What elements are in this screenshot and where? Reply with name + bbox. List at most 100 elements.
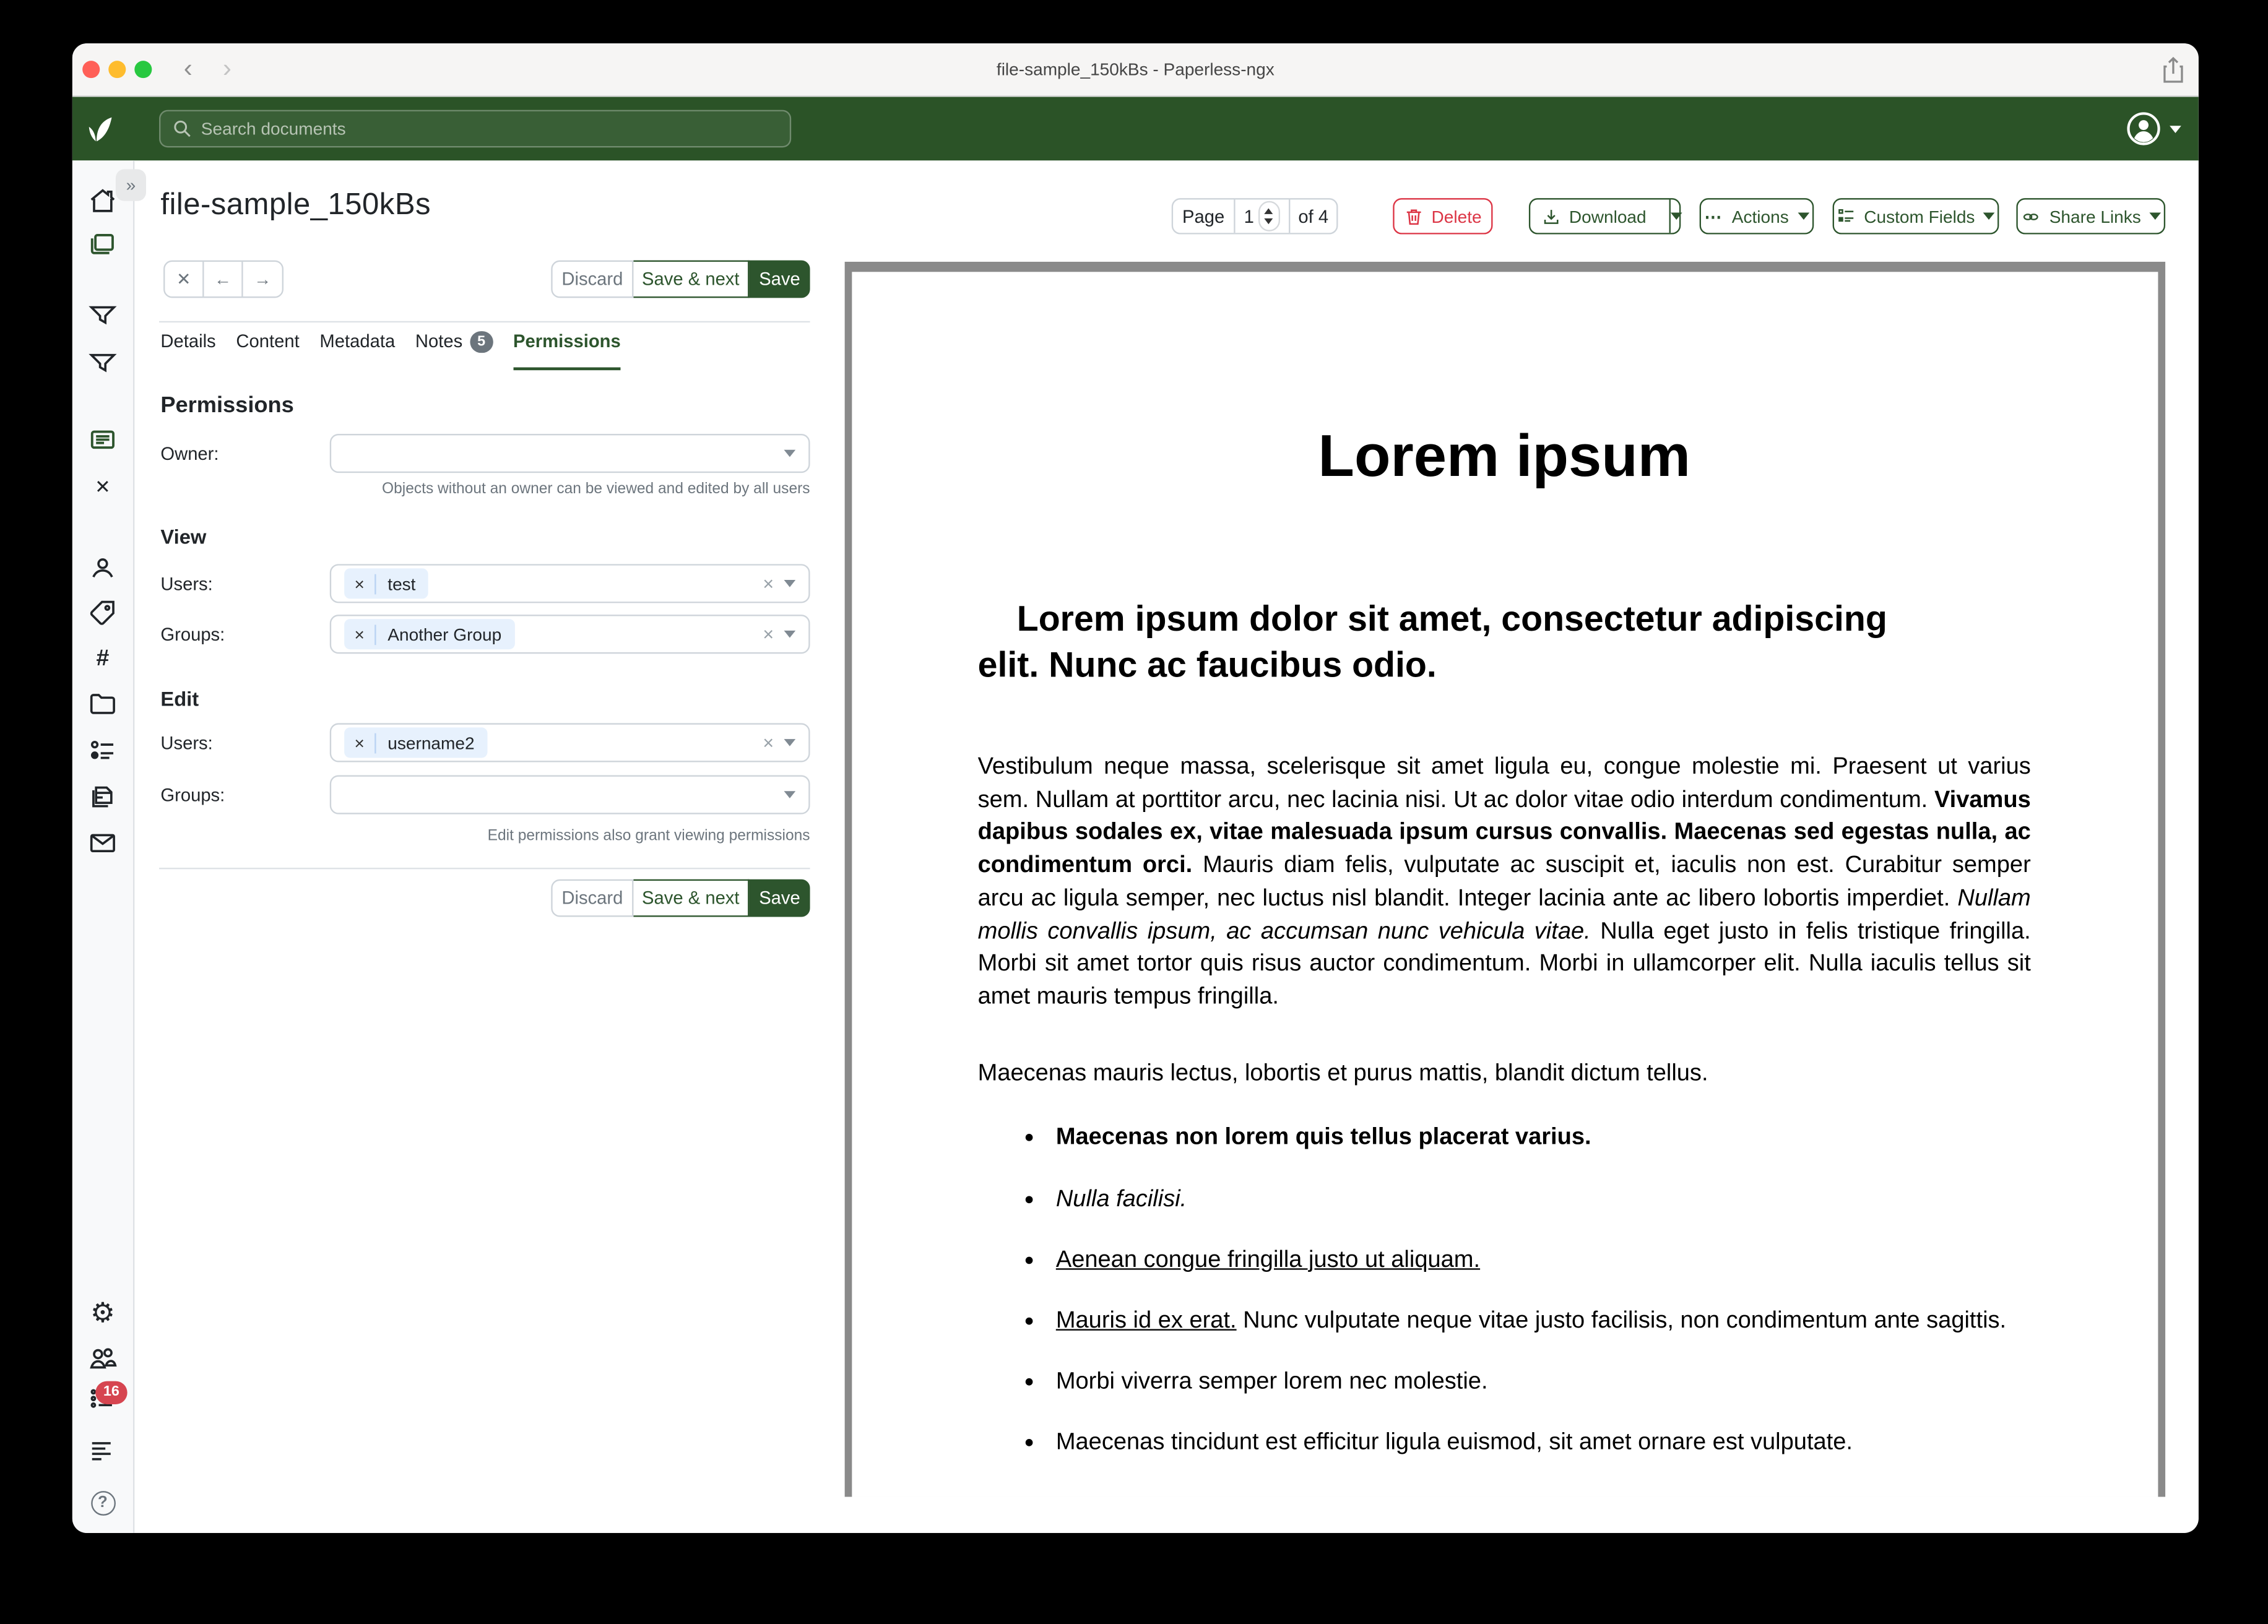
open-document-icon [87,424,118,456]
custom-fields-button[interactable]: Custom Fields [1833,198,1999,234]
detail-tabs: Details Content Metadata Notes5 Permissi… [160,331,620,370]
save-next-button[interactable]: Save & next [633,879,749,917]
owner-label: Owner: [160,444,219,464]
remove-chip-icon[interactable]: × [344,733,376,753]
envelope-icon [87,827,118,859]
sidebar-item-logs[interactable] [72,1433,133,1468]
custom-fields-icon [87,735,118,766]
folder-icon [87,688,118,720]
save-button[interactable]: Save [749,879,810,917]
actions-button[interactable]: ⋯ Actions [1700,198,1814,234]
tab-permissions[interactable]: Permissions [513,331,621,370]
tab-details[interactable]: Details [160,331,215,370]
user-menu[interactable] [2126,97,2181,161]
chevron-down-icon [1983,212,1995,220]
owner-help-text: Objects without an owner can be viewed a… [160,480,810,498]
download-options-button[interactable] [1669,199,1682,233]
documents-icon [87,228,118,260]
sidebar-item-open-document[interactable] [72,422,133,457]
edit-groups-label: Groups: [160,785,225,806]
titlebar: ‹ › file-sample_150kBs - Paperless-ngx [72,43,2199,97]
remove-chip-icon[interactable]: × [344,624,376,644]
chevron-down-icon [784,450,796,457]
page-number-input[interactable]: 1 [1236,199,1291,233]
sidebar-item-storage-paths[interactable] [72,687,133,722]
discard-button[interactable]: Discard [551,879,633,917]
sidebar-item-settings[interactable]: ⚙ [72,1296,133,1331]
clear-icon[interactable]: × [763,624,774,643]
gear-icon: ⚙ [90,1297,115,1330]
chevron-down-icon [784,580,796,587]
save-button-group-bottom: Discard Save & next Save [551,879,810,917]
sidebar-item-users-groups[interactable] [72,1342,133,1376]
page-count-label: of 4 [1290,199,1336,233]
tasks-count-badge: 16 [95,1381,127,1404]
tab-content[interactable]: Content [236,331,299,370]
pdf-paragraph: Maecenas mauris lectus, lobortis et puru… [978,1056,2031,1089]
divider [159,321,810,322]
page-stepper[interactable] [1258,201,1280,231]
share-icon[interactable] [2161,56,2186,84]
search-bar[interactable] [159,110,791,148]
close-all-documents-icon[interactable]: ✕ [72,470,133,504]
permissions-heading: Permissions [160,394,293,420]
previous-document-button[interactable]: ← [204,262,243,296]
list-item: Maecenas non lorem quis tellus placerat … [1023,1121,2031,1154]
chevron-down-icon [784,739,796,746]
paperless-logo-icon[interactable] [84,113,115,144]
edit-help-text: Edit permissions also grant viewing perm… [160,827,810,845]
list-item: Nulla facilisi. [1023,1182,2031,1215]
tab-notes[interactable]: Notes5 [415,331,493,370]
edit-users-select[interactable]: × username2 × [330,723,810,762]
download-button[interactable]: Download [1527,199,1661,233]
notes-count-badge: 5 [470,331,493,353]
people-icon [87,1344,118,1375]
next-document-button[interactable]: → [243,262,282,296]
sidebar-item-documents[interactable] [72,227,133,262]
tab-metadata[interactable]: Metadata [319,331,395,370]
discard-button[interactable]: Discard [551,261,633,298]
window-title: file-sample_150kBs - Paperless-ngx [72,43,2199,97]
list-item: Mauris id ex erat. Nunc vulputate neque … [1023,1305,2031,1337]
search-input[interactable] [201,119,778,139]
download-icon [1542,206,1560,227]
clear-icon[interactable]: × [763,733,774,752]
clear-icon[interactable]: × [763,574,774,593]
close-document-button[interactable]: ✕ [165,262,204,296]
download-split-button: Download [1529,198,1681,234]
sidebar-item-documentation[interactable]: ? [72,1485,133,1520]
sidebar-item-file-tasks[interactable] [72,779,133,814]
sidebar-item-custom-fields[interactable] [72,733,133,768]
filter-funnel-icon [87,300,118,331]
save-next-button[interactable]: Save & next [633,261,749,298]
view-groups-select[interactable]: × Another Group × [330,615,810,654]
filter-funnel-icon [87,347,118,379]
sidebar-item-saved-view-1[interactable] [72,298,133,332]
sidebar-expand-button[interactable]: » [116,169,146,201]
sidebar-item-document-types[interactable]: # [72,642,133,677]
view-users-label: Users: [160,574,212,595]
view-heading: View [160,525,206,548]
app-header [72,97,2199,161]
view-users-select[interactable]: × test × [330,564,810,603]
sidebar-item-saved-view-2[interactable] [72,345,133,380]
edit-groups-select[interactable] [330,775,810,814]
trash-icon [1404,206,1422,227]
save-button-group: Discard Save & next Save [551,261,810,298]
browser-window: ‹ › file-sample_150kBs - Paperless-ngx [72,43,2199,1533]
share-links-button[interactable]: Share Links [2016,198,2165,234]
sidebar-item-correspondents[interactable] [72,551,133,585]
edit-heading: Edit [160,687,199,710]
owner-select[interactable] [330,434,810,473]
save-button[interactable]: Save [749,261,810,298]
edit-users-label: Users: [160,733,212,754]
selected-group-chip: × Another Group [344,619,514,649]
sidebar-item-mail[interactable] [72,826,133,860]
chevron-down-icon [2170,125,2181,132]
delete-button[interactable]: Delete [1393,198,1492,234]
page-label: Page [1173,199,1235,233]
pdf-viewer[interactable]: Lorem ipsum Lorem ipsum dolor sit amet, … [845,262,2165,1497]
file-copy-icon [87,781,118,813]
sidebar-item-tags[interactable] [72,596,133,631]
remove-chip-icon[interactable]: × [344,574,376,594]
